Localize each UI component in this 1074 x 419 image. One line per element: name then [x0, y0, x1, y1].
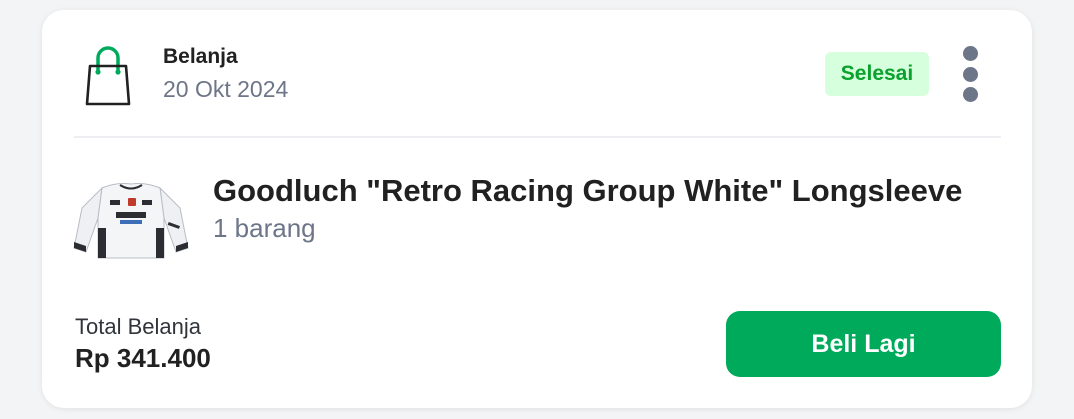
- item-count: 1 barang: [213, 213, 316, 243]
- product-thumbnail[interactable]: [72, 178, 190, 262]
- order-category: Belanja: [163, 45, 238, 68]
- divider: [74, 136, 1001, 138]
- status-badge: Selesai: [825, 52, 929, 96]
- more-options-button[interactable]: [953, 46, 987, 102]
- buy-again-button[interactable]: Beli Lagi: [726, 311, 1001, 377]
- more-vertical-icon: [962, 46, 978, 61]
- product-title[interactable]: Goodluch "Retro Racing Group White" Long…: [213, 172, 1003, 210]
- transaction-card[interactable]: Belanja 20 Okt 2024 Selesai Goodluch "Re…: [42, 10, 1032, 408]
- total-value: Rp 341.400: [75, 343, 211, 373]
- order-date: 20 Okt 2024: [163, 76, 289, 102]
- total-label: Total Belanja: [75, 314, 201, 339]
- shopping-bag-icon: [85, 46, 131, 106]
